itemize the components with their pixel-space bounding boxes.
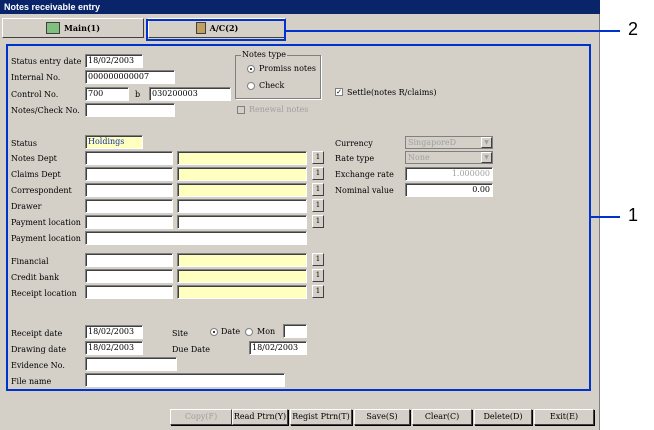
callout-1-line [591,216,620,218]
clear-button[interactable]: Clear(C) [412,409,472,425]
window-title: Notes receivable entry [0,0,600,14]
exit-button[interactable]: Exit(E) [534,409,594,425]
tab-main[interactable]: Main(1) [2,18,144,38]
tab-main-label: Main(1) [63,23,101,33]
copy-button[interactable]: Copy(F) [170,409,232,425]
callout-2-number: 2 [628,19,639,39]
read-pattern-button[interactable]: Read Ptrn(Y) [232,409,288,425]
delete-button[interactable]: Delete(D) [474,409,532,425]
form-highlight-box [6,44,591,391]
regist-pattern-button[interactable]: Regist Ptrn(T) [290,409,352,425]
callout-1-number: 1 [628,205,639,225]
save-button[interactable]: Save(S) [354,409,410,425]
tab-highlight-box [146,19,286,41]
book-icon [45,22,60,34]
callout-2-line [286,30,620,32]
tab-strip: Main(1) A/C(2) [2,18,598,40]
